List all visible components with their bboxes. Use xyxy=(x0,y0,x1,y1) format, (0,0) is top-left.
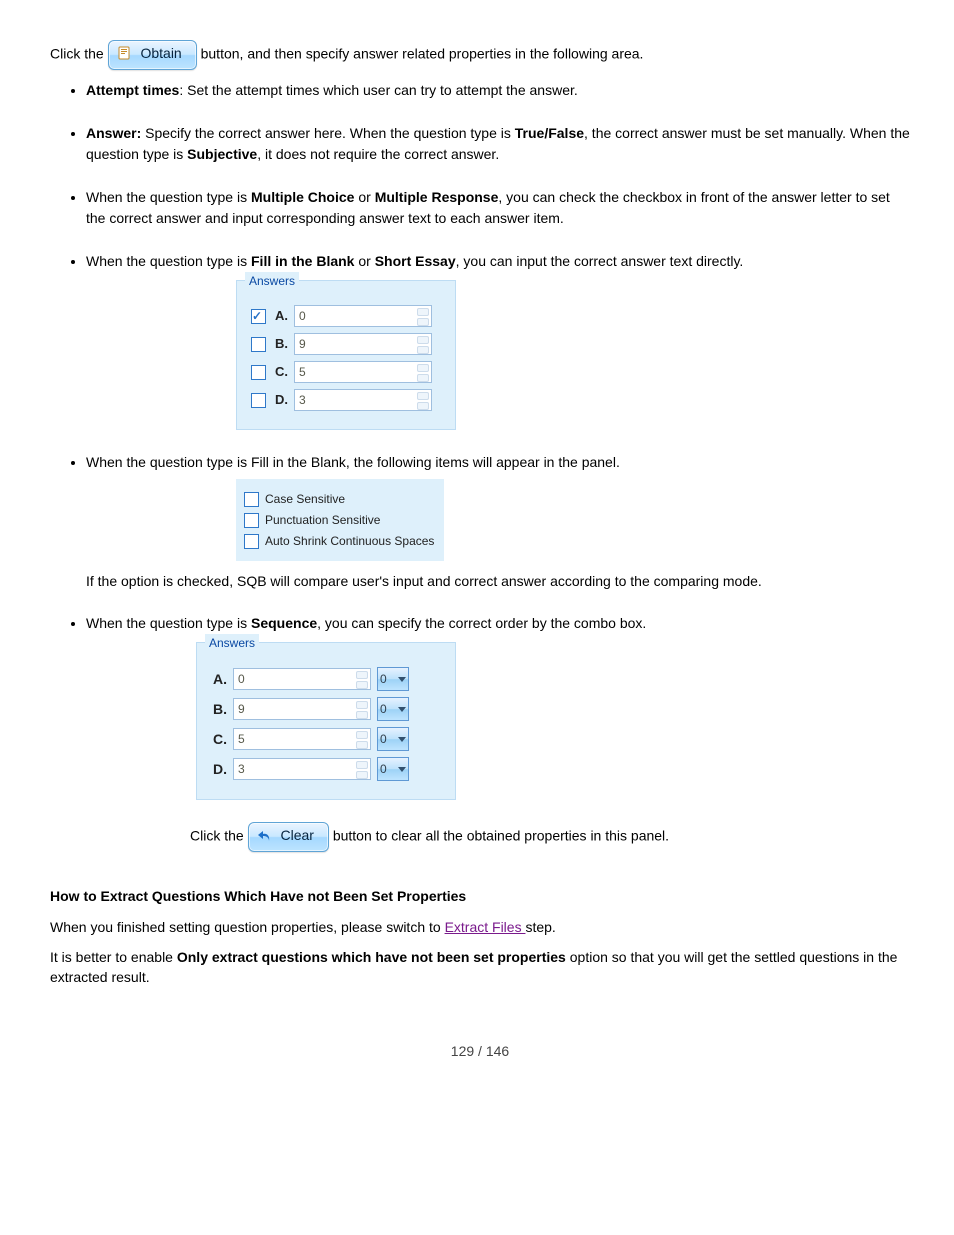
answer-input[interactable]: 0 xyxy=(233,668,371,690)
clipboard-icon xyxy=(117,46,131,60)
punctuation-sensitive-checkbox[interactable] xyxy=(244,513,259,528)
text: Click the xyxy=(50,46,104,62)
clear-paragraph: Click the Clear button to clear all the … xyxy=(190,822,910,852)
chevron-down-icon xyxy=(398,677,406,682)
answer-checkbox[interactable] xyxy=(251,337,266,352)
panel-legend: Answers xyxy=(245,272,299,290)
answer-letter: B. xyxy=(272,334,288,354)
chevron-down-icon xyxy=(398,737,406,742)
answer-row: C. 5 xyxy=(251,361,441,383)
spinner-icon[interactable] xyxy=(417,364,429,382)
answer-letter: C. xyxy=(211,729,227,750)
answer-input[interactable]: 0 xyxy=(294,305,432,327)
bullet-list: Attempt times: Set the attempt times whi… xyxy=(86,80,910,800)
panel-legend: Answers xyxy=(205,634,259,652)
order-select[interactable]: 0 xyxy=(377,757,409,781)
answer-row: A. 0 0 xyxy=(211,667,441,691)
option-row: Punctuation Sensitive xyxy=(244,511,434,529)
spinner-icon[interactable] xyxy=(356,701,368,719)
undo-arrow-icon xyxy=(257,830,271,842)
answer-letter: A. xyxy=(272,306,288,326)
extract-section: How to Extract Questions Which Have not … xyxy=(50,886,910,987)
page-number: 129 / 146 xyxy=(451,1043,509,1059)
fib-options-panel: Case Sensitive Punctuation Sensitive Aut… xyxy=(236,479,444,561)
order-select[interactable]: 0 xyxy=(377,667,409,691)
answer-letter: B. xyxy=(211,699,227,720)
spinner-icon[interactable] xyxy=(356,731,368,749)
text: the following area. xyxy=(530,46,644,62)
chevron-down-icon xyxy=(398,767,406,772)
answer-input[interactable]: 9 xyxy=(294,333,432,355)
obtain-button-label: Obtain xyxy=(140,45,181,61)
answer-row: D. 3 xyxy=(251,389,441,411)
list-item: When the question type is Sequence, you … xyxy=(86,613,910,800)
list-item: When the question type is Multiple Choic… xyxy=(86,187,910,229)
answer-letter: D. xyxy=(272,390,288,410)
list-item: Attempt times: Set the attempt times whi… xyxy=(86,80,910,101)
obtain-paragraph: Click the Obtain button, and then specif… xyxy=(50,40,910,70)
spinner-icon[interactable] xyxy=(356,761,368,779)
list-item: When the question type is Fill in the Bl… xyxy=(86,452,910,591)
answer-input[interactable]: 5 xyxy=(294,361,432,383)
text: It is better to enable Only extract ques… xyxy=(50,947,910,988)
order-select[interactable]: 0 xyxy=(377,727,409,751)
answer-row: A. 0 xyxy=(251,305,441,327)
section-heading: How to Extract Questions Which Have not … xyxy=(50,886,910,906)
answer-input[interactable]: 5 xyxy=(233,728,371,750)
answer-checkbox[interactable] xyxy=(251,393,266,408)
answer-row: B. 9 xyxy=(251,333,441,355)
spinner-icon[interactable] xyxy=(417,392,429,410)
text: If the option is checked, SQB will compa… xyxy=(86,571,910,591)
option-row: Case Sensitive xyxy=(244,490,434,508)
case-sensitive-checkbox[interactable] xyxy=(244,492,259,507)
answer-letter: A. xyxy=(211,669,227,690)
answers-panel-1: Answers A. 0 B. 9 C. 5 xyxy=(236,280,456,430)
text: When you finished setting question prope… xyxy=(50,917,910,937)
answer-input[interactable]: 9 xyxy=(233,698,371,720)
spinner-icon[interactable] xyxy=(356,671,368,689)
spinner-icon[interactable] xyxy=(417,336,429,354)
chevron-down-icon xyxy=(398,707,406,712)
auto-shrink-checkbox[interactable] xyxy=(244,534,259,549)
answer-input[interactable]: 3 xyxy=(233,758,371,780)
spinner-icon[interactable] xyxy=(417,308,429,326)
answers-panel-2: Answers A. 0 0 B. 9 0 C. 5 0 D. xyxy=(196,642,456,800)
clear-button-label: Clear xyxy=(280,827,313,843)
answer-input[interactable]: 3 xyxy=(294,389,432,411)
list-item: Answer: Specify the correct answer here.… xyxy=(86,123,910,165)
answer-letter: D. xyxy=(211,759,227,780)
order-select[interactable]: 0 xyxy=(377,697,409,721)
answer-checkbox[interactable] xyxy=(251,365,266,380)
answer-row: C. 5 0 xyxy=(211,727,441,751)
text: button, and then specify answer related … xyxy=(201,46,526,62)
obtain-button[interactable]: Obtain xyxy=(108,40,197,70)
answer-checkbox[interactable] xyxy=(251,309,266,324)
answer-letter: C. xyxy=(272,362,288,382)
extract-files-link[interactable]: Extract Files xyxy=(445,919,526,935)
answer-row: B. 9 0 xyxy=(211,697,441,721)
option-row: Auto Shrink Continuous Spaces xyxy=(244,532,434,550)
list-item: When the question type is Fill in the Bl… xyxy=(86,251,910,430)
clear-button[interactable]: Clear xyxy=(248,822,329,852)
answer-row: D. 3 0 xyxy=(211,757,441,781)
text: When the question type is Fill in the Bl… xyxy=(86,454,620,470)
